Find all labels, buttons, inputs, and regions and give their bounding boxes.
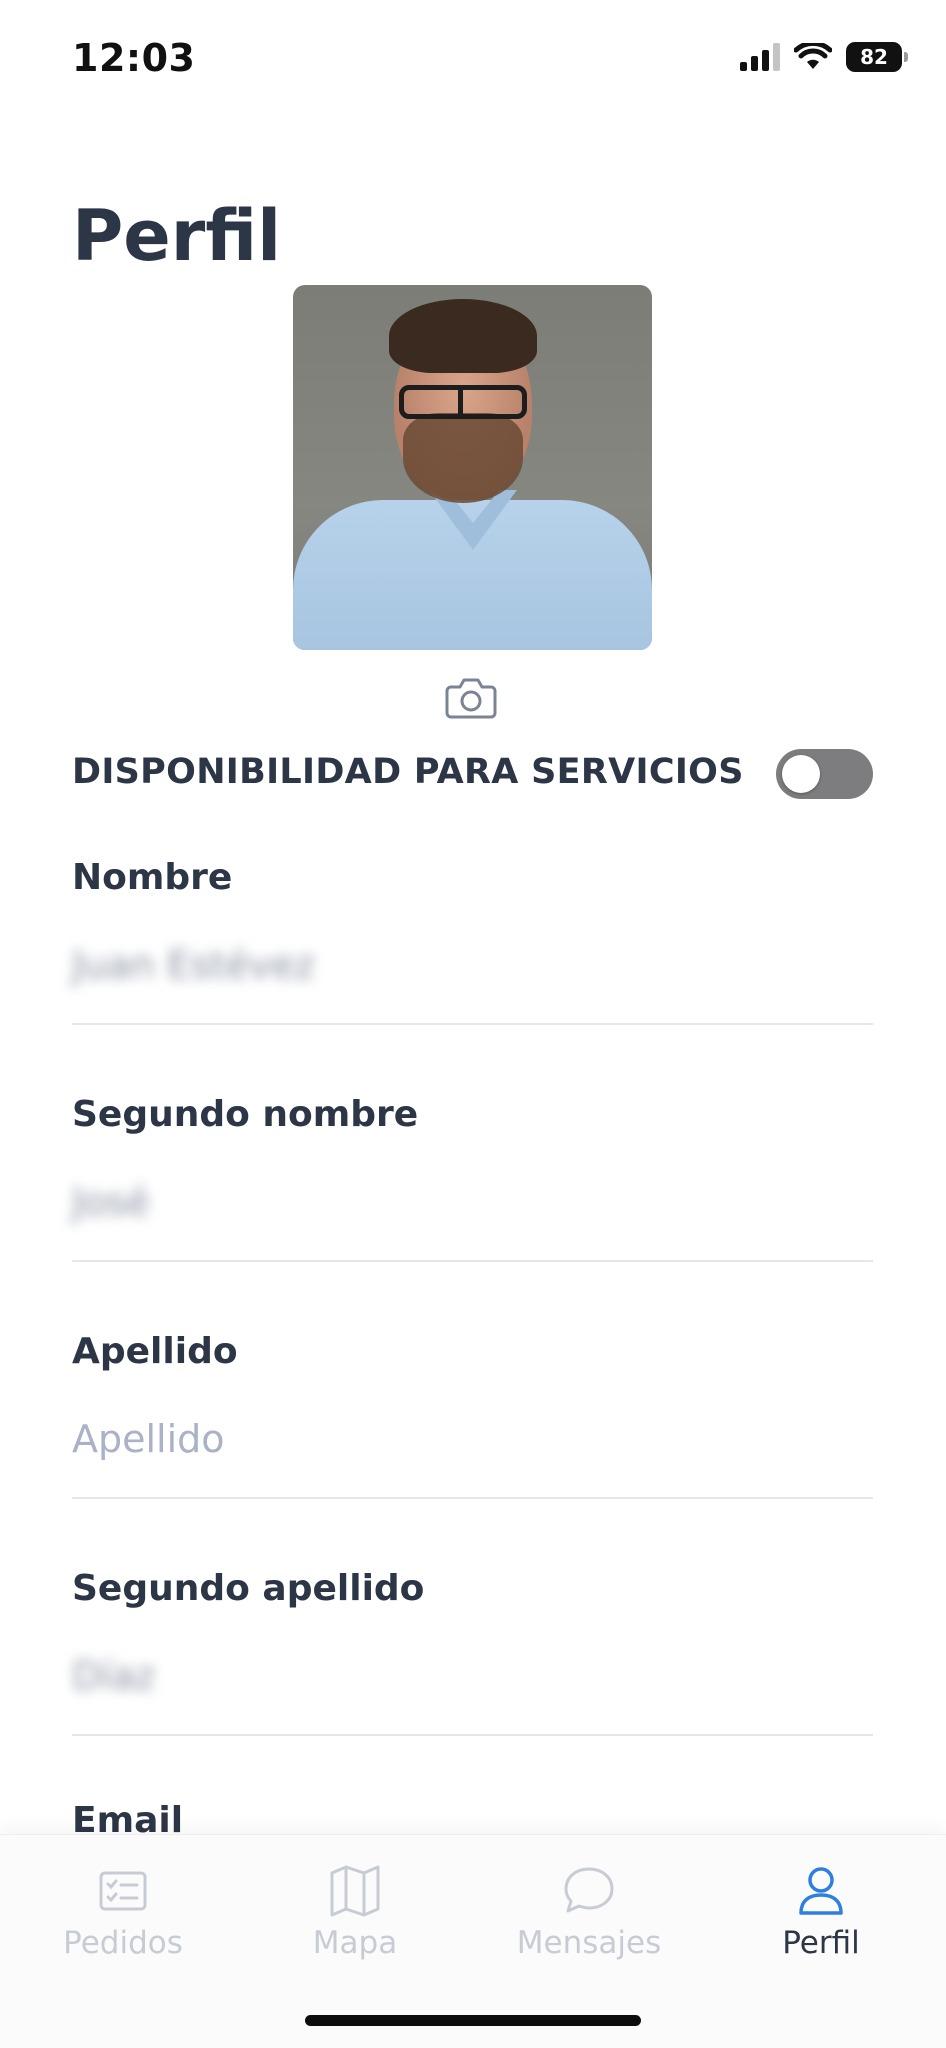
availability-label: DISPONIBILIDAD PARA SERVICIOS <box>72 752 744 792</box>
wifi-icon <box>794 43 832 69</box>
tab-mapa[interactable]: Mapa <box>255 1863 455 1961</box>
nombre-label: Nombre <box>72 857 233 898</box>
nombre-input[interactable]: Juan Estévez <box>72 943 315 987</box>
status-time: 12:03 <box>72 36 196 80</box>
camera-icon[interactable] <box>445 675 497 719</box>
tab-perfil-label: Perfil <box>782 1925 860 1961</box>
tab-mensajes[interactable]: Mensajes <box>489 1863 689 1961</box>
chat-bubble-icon <box>564 1867 614 1913</box>
segundo-nombre-input[interactable]: José <box>72 1180 150 1224</box>
field-segundo-nombre: Segundo nombre José <box>72 1094 873 1264</box>
avatar-glasses <box>399 385 527 419</box>
segundo-nombre-divider <box>72 1260 873 1262</box>
status-bar: 12:03 82 <box>0 0 946 120</box>
tab-mensajes-label: Mensajes <box>516 1925 662 1961</box>
apellido-label: Apellido <box>72 1331 238 1372</box>
availability-toggle[interactable] <box>776 749 873 799</box>
page-title: Perfil <box>72 195 282 277</box>
field-nombre: Nombre Juan Estévez <box>72 857 873 1027</box>
profile-photo[interactable] <box>293 285 652 650</box>
tab-pedidos-label: Pedidos <box>63 1925 183 1961</box>
checklist-icon <box>99 1871 147 1911</box>
nombre-divider <box>72 1023 873 1025</box>
battery-level: 82 <box>860 45 888 69</box>
battery-icon: 82 <box>846 42 908 72</box>
apellido-input[interactable]: Apellido <box>72 1417 225 1461</box>
map-icon <box>330 1865 380 1917</box>
segundo-apellido-label: Segundo apellido <box>72 1568 425 1609</box>
status-icons: 82 <box>740 42 908 72</box>
segundo-apellido-input[interactable]: Díaz <box>72 1654 155 1698</box>
toggle-knob <box>782 755 820 793</box>
segundo-nombre-label: Segundo nombre <box>72 1094 419 1135</box>
user-icon <box>799 1867 843 1915</box>
field-segundo-apellido: Segundo apellido Díaz <box>72 1568 873 1738</box>
cellular-signal-icon <box>740 43 780 71</box>
avatar-beard <box>403 413 523 503</box>
tab-perfil[interactable]: Perfil <box>721 1863 921 1961</box>
tab-mapa-label: Mapa <box>312 1925 398 1961</box>
segundo-apellido-divider <box>72 1734 873 1736</box>
apellido-divider <box>72 1497 873 1499</box>
tab-pedidos[interactable]: Pedidos <box>23 1863 223 1961</box>
field-apellido: Apellido Apellido <box>72 1331 873 1501</box>
home-indicator <box>305 2015 641 2026</box>
avatar-hair <box>389 299 537 373</box>
